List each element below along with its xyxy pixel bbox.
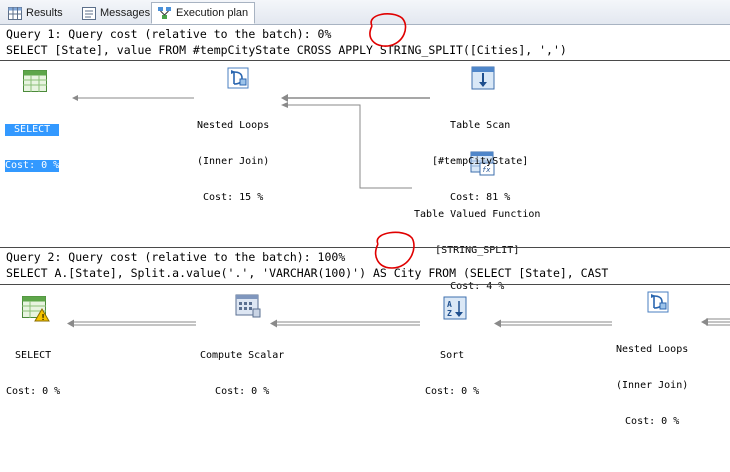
sort-icon: A Z — [443, 296, 467, 320]
flow-arrowhead — [281, 102, 288, 108]
plan-node-nested-loops-2[interactable]: Nested Loops (Inner Join) Cost: 0 % — [616, 320, 688, 440]
nested-loops-cost: Cost: 15 % — [203, 192, 264, 203]
select-cost: Cost: 0 % — [5, 160, 60, 172]
tvf-title: Table Valued Function — [414, 209, 541, 220]
query-2-header: Query 2: Query cost (relative to the bat… — [6, 250, 346, 264]
plan-node-select[interactable]: SELECT Cost: 0 % — [5, 100, 60, 184]
select-operator-icon — [23, 70, 47, 92]
plan-node-sort[interactable]: Sort Cost: 0 % — [425, 326, 479, 410]
nested-loops-subtitle: (Inner Join) — [197, 156, 270, 167]
nested-loops-icon — [647, 291, 669, 313]
nested-loops-icon — [227, 67, 249, 89]
results-tab-bar: Results Messages Execution plan — [0, 0, 730, 25]
tab-results-label: Results — [26, 7, 63, 19]
tab-results[interactable]: Results — [2, 3, 69, 23]
flow-arrowhead — [67, 319, 74, 328]
select-2-title: SELECT — [15, 350, 52, 361]
nested-loops-2-subtitle: (Inner Join) — [616, 380, 689, 391]
sort-cost: Cost: 0 % — [425, 386, 480, 397]
select-2-cost: Cost: 0 % — [6, 386, 61, 397]
svg-text:!: ! — [41, 313, 46, 322]
flow-arrowhead — [281, 94, 288, 102]
svg-text:A: A — [447, 300, 452, 309]
table-scan-title: Table Scan — [450, 120, 511, 131]
tab-messages-label: Messages — [100, 7, 151, 19]
nested-loops-2-cost: Cost: 0 % — [625, 416, 680, 427]
flow-arrowhead — [701, 318, 708, 326]
compute-scalar-cost: Cost: 0 % — [215, 386, 270, 397]
flow-line — [287, 104, 412, 189]
compute-scalar-title: Compute Scalar — [200, 350, 285, 361]
query-1-connectors — [72, 94, 430, 189]
execution-plan-icon — [158, 6, 171, 19]
select-operator-icon: ! — [22, 296, 50, 322]
query-1-sql: SELECT [State], value FROM #tempCityStat… — [6, 43, 567, 57]
query-1-header: Query 1: Query cost (relative to the bat… — [6, 27, 332, 41]
query-2-top-divider — [0, 247, 730, 248]
messages-icon — [82, 6, 96, 20]
tab-execution-plan[interactable]: Execution plan — [151, 2, 256, 24]
select-title: SELECT — [5, 124, 60, 136]
compute-scalar-icon — [235, 294, 261, 318]
nested-loops-2-title: Nested Loops — [616, 344, 689, 355]
sort-title: Sort — [440, 350, 465, 361]
plan-node-select-2[interactable]: SELECT Cost: 0 % — [6, 326, 60, 410]
flow-arrowhead — [72, 95, 78, 101]
tab-messages[interactable]: Messages — [76, 3, 156, 23]
flow-arrowhead — [494, 319, 501, 328]
nested-loops-title: Nested Loops — [197, 120, 270, 131]
table-scan-icon — [471, 66, 495, 90]
table-scan-subtitle: [#tempCityState] — [432, 156, 529, 167]
svg-text:Z: Z — [447, 309, 452, 318]
tab-execution-plan-label: Execution plan — [176, 7, 249, 19]
query-2-sql: SELECT A.[State], Split.a.value('.', 'VA… — [6, 266, 609, 280]
plan-node-nested-loops[interactable]: Nested Loops (Inner Join) Cost: 15 % — [197, 96, 269, 216]
grid-icon — [8, 6, 22, 20]
plan-node-compute-scalar[interactable]: Compute Scalar Cost: 0 % — [200, 326, 284, 410]
